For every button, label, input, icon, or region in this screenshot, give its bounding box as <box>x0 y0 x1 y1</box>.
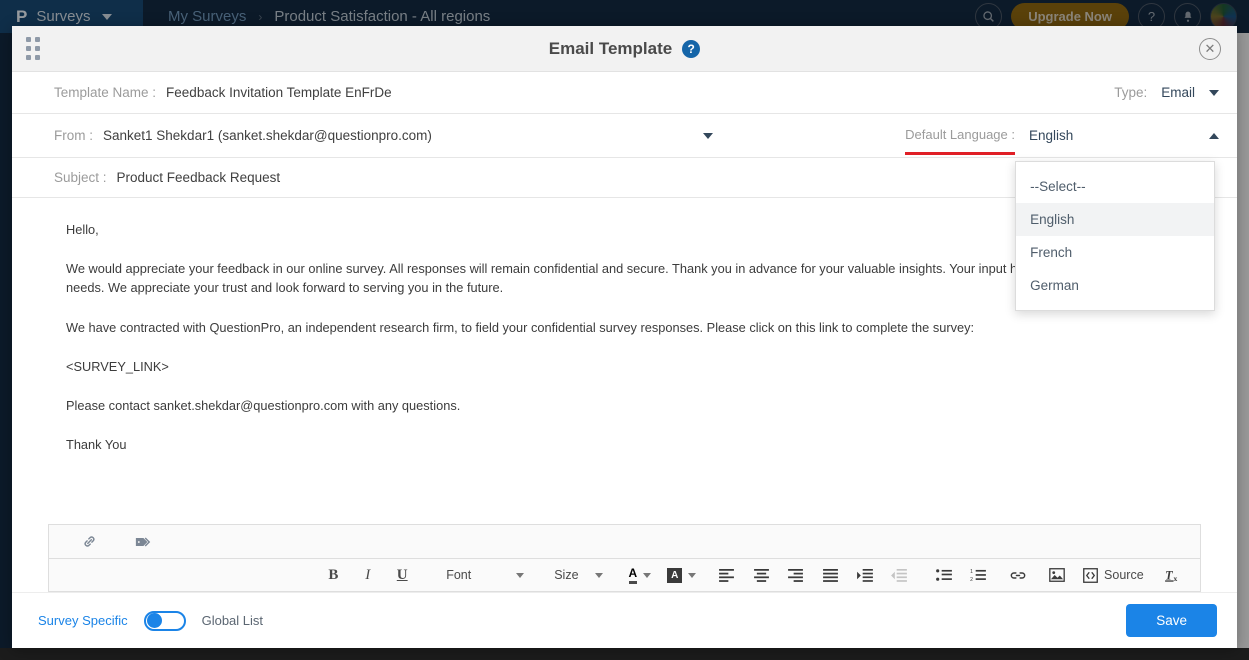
default-language-block: Default Language : English --Select-- En… <box>905 127 1219 311</box>
survey-specific-label[interactable]: Survey Specific <box>38 613 128 628</box>
default-language-select[interactable]: English <box>1029 128 1219 143</box>
default-language-dropdown-menu[interactable]: --Select-- English French German <box>1015 160 1216 311</box>
italic-button[interactable]: I <box>354 562 382 588</box>
align-justify-icon[interactable] <box>816 562 844 588</box>
background-color-button[interactable]: A <box>667 567 697 583</box>
chevron-down-icon <box>1209 89 1219 96</box>
svg-text:T: T <box>1165 568 1173 582</box>
text-color-button[interactable]: A <box>628 566 652 584</box>
source-label: Source <box>1104 568 1144 582</box>
from-label: From : <box>54 128 93 143</box>
from-select[interactable]: Sanket1 Shekdar1 (sanket.shekdar@questio… <box>93 128 713 143</box>
body-paragraph: Thank You <box>66 437 127 453</box>
svg-text:x: x <box>1174 574 1178 583</box>
subject-label: Subject : <box>54 170 107 185</box>
insert-link-icon[interactable] <box>75 529 103 555</box>
help-icon[interactable]: ? <box>682 39 701 58</box>
type-label: Type: <box>1114 85 1148 100</box>
align-left-icon[interactable] <box>713 562 741 588</box>
source-button[interactable]: Source <box>1083 567 1144 583</box>
type-select[interactable]: Type: Email <box>1114 85 1219 100</box>
body-paragraph: <SURVEY_LINK> <box>66 358 169 374</box>
template-name-row: Template Name : Feedback Invitation Temp… <box>12 72 1237 114</box>
list-scope-toggle[interactable] <box>143 610 186 631</box>
editor-toolbars: B I U Font Size A A 1 2 Source T x <box>12 524 1237 592</box>
language-option-french[interactable]: French <box>1016 236 1214 269</box>
underline-button[interactable]: U <box>388 562 416 588</box>
bulleted-list-icon[interactable] <box>930 562 958 588</box>
increase-indent-icon[interactable] <box>851 562 879 588</box>
remove-format-icon[interactable]: Tx <box>1160 562 1188 588</box>
dialog-footer: Survey Specific Global List Save <box>12 592 1237 648</box>
subject-input[interactable]: Product Feedback Request <box>117 170 281 185</box>
body-paragraph: Please contact sanket.shekdar@questionpr… <box>66 397 461 413</box>
background-color-icon: A <box>667 567 683 583</box>
type-value: Email <box>1161 85 1195 100</box>
global-list-label[interactable]: Global List <box>202 613 263 628</box>
from-value: Sanket1 Shekdar1 (sanket.shekdar@questio… <box>103 128 432 143</box>
link-icon[interactable] <box>1004 562 1032 588</box>
language-option-german[interactable]: German <box>1016 269 1214 302</box>
toggle-knob <box>146 613 162 628</box>
numbered-list-icon[interactable]: 12 <box>964 562 992 588</box>
chevron-down-icon <box>516 572 525 578</box>
default-language-label: Default Language : <box>905 127 1015 155</box>
required-underline <box>905 151 1015 155</box>
from-row: From : Sanket1 Shekdar1 (sanket.shekdar@… <box>12 114 1237 311</box>
save-button[interactable]: Save <box>1126 604 1217 637</box>
chevron-down-icon <box>703 132 713 139</box>
bold-button[interactable]: B <box>319 562 347 588</box>
page-title: Email Template <box>548 38 673 58</box>
font-family-select[interactable]: Font <box>434 568 528 582</box>
editor-toolbar-row-1 <box>48 524 1201 558</box>
chevron-down-icon <box>688 572 697 578</box>
insert-image-icon[interactable] <box>1043 562 1071 588</box>
font-size-label: Size <box>554 568 579 582</box>
font-size-select[interactable]: Size <box>542 568 606 582</box>
chevron-down-icon <box>594 572 603 578</box>
font-family-label: Font <box>446 568 472 582</box>
insert-tag-icon[interactable] <box>129 529 157 555</box>
dialog-header: Email Template ? ✕ <box>12 26 1237 72</box>
default-language-value: English <box>1029 128 1074 143</box>
align-right-icon[interactable] <box>782 562 810 588</box>
align-center-icon[interactable] <box>747 562 775 588</box>
decrease-indent-icon[interactable] <box>885 562 913 588</box>
language-option-english[interactable]: English <box>1016 202 1215 236</box>
editor-toolbar-row-2: B I U Font Size A A 1 2 Source T x <box>48 558 1201 592</box>
close-icon[interactable]: ✕ <box>1199 37 1221 60</box>
language-option-select[interactable]: --Select-- <box>1016 170 1214 203</box>
source-icon <box>1083 567 1098 583</box>
svg-text:2: 2 <box>970 577 973 582</box>
dialog-title-wrap: Email Template ? <box>12 39 1237 59</box>
chevron-up-icon <box>1209 132 1219 139</box>
template-name-label: Template Name : <box>54 85 157 100</box>
chevron-down-icon <box>643 572 652 578</box>
body-paragraph: We have contracted with QuestionPro, an … <box>66 319 975 335</box>
svg-text:1: 1 <box>970 569 973 575</box>
email-template-dialog: Email Template ? ✕ Template Name : Feedb… <box>12 26 1237 648</box>
template-name-input[interactable]: Feedback Invitation Template EnFrDe <box>166 85 392 100</box>
text-color-icon: A <box>628 566 638 584</box>
